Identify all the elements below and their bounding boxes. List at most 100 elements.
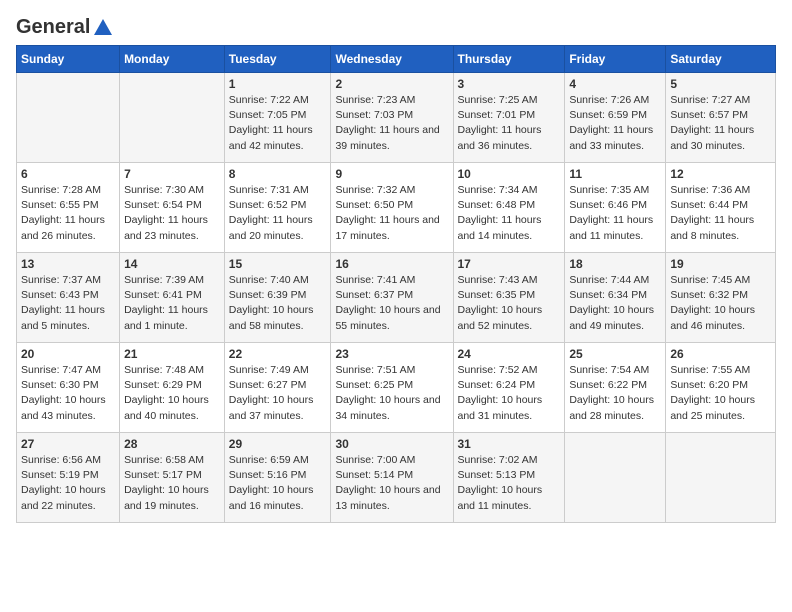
day-number: 30: [335, 437, 448, 451]
calendar-cell: 25 Sunrise: 7:54 AM Sunset: 6:22 PM Dayli…: [565, 343, 666, 433]
day-content: Sunrise: 7:23 AM Sunset: 7:03 PM Dayligh…: [335, 93, 448, 154]
day-number: 23: [335, 347, 448, 361]
day-number: 31: [458, 437, 561, 451]
day-number: 25: [569, 347, 661, 361]
day-header-sunday: Sunday: [17, 46, 120, 73]
day-content: Sunrise: 7:35 AM Sunset: 6:46 PM Dayligh…: [569, 183, 661, 244]
calendar-cell: 29Sunrise: 6:59 AM Sunset: 5:16 PM Dayli…: [224, 433, 331, 523]
day-content: Sunrise: 6:56 AM Sunset: 5:19 PM Dayligh…: [21, 453, 115, 514]
day-content: Sunrise: 7:26 AM Sunset: 6:59 PM Dayligh…: [569, 93, 661, 154]
calendar-cell: [666, 433, 776, 523]
calendar-week-row: 20 Sunrise: 7:47 AM Sunset: 6:30 PM Dayli…: [17, 343, 776, 433]
calendar-cell: [565, 433, 666, 523]
day-number: 28: [124, 437, 220, 451]
day-content: Sunrise: 7:54 AM Sunset: 6:22 PM Dayligh…: [569, 363, 661, 424]
calendar-cell: 19 Sunrise: 7:45 AM Sunset: 6:32 PM Dayli…: [666, 253, 776, 343]
day-number: 3: [458, 77, 561, 91]
day-content: Sunrise: 7:43 AM Sunset: 6:35 PM Dayligh…: [458, 273, 561, 334]
calendar-cell: 28 Sunrise: 6:58 AM Sunset: 5:17 PM Dayli…: [120, 433, 225, 523]
calendar-cell: 1 Sunrise: 7:22 AM Sunset: 7:05 PM Daylig…: [224, 73, 331, 163]
calendar-week-row: 6Sunrise: 7:28 AM Sunset: 6:55 PM Daylig…: [17, 163, 776, 253]
calendar-cell: 4 Sunrise: 7:26 AM Sunset: 6:59 PM Daylig…: [565, 73, 666, 163]
day-content: Sunrise: 7:39 AM Sunset: 6:41 PM Dayligh…: [124, 273, 220, 334]
day-content: Sunrise: 7:45 AM Sunset: 6:32 PM Dayligh…: [670, 273, 771, 334]
calendar-cell: 27 Sunrise: 6:56 AM Sunset: 5:19 PM Dayli…: [17, 433, 120, 523]
calendar-cell: 9 Sunrise: 7:32 AM Sunset: 6:50 PM Daylig…: [331, 163, 453, 253]
calendar-cell: 20 Sunrise: 7:47 AM Sunset: 6:30 PM Dayli…: [17, 343, 120, 433]
day-content: Sunrise: 7:27 AM Sunset: 6:57 PM Dayligh…: [670, 93, 771, 154]
page-header: General: [16, 16, 776, 35]
calendar-cell: 2 Sunrise: 7:23 AM Sunset: 7:03 PM Daylig…: [331, 73, 453, 163]
day-header-tuesday: Tuesday: [224, 46, 331, 73]
day-number: 12: [670, 167, 771, 181]
day-number: 24: [458, 347, 561, 361]
day-number: 7: [124, 167, 220, 181]
calendar-cell: 13Sunrise: 7:37 AM Sunset: 6:43 PM Dayli…: [17, 253, 120, 343]
day-content: Sunrise: 6:58 AM Sunset: 5:17 PM Dayligh…: [124, 453, 220, 514]
day-header-saturday: Saturday: [666, 46, 776, 73]
logo-general: General: [16, 16, 90, 39]
day-number: 2: [335, 77, 448, 91]
day-number: 26: [670, 347, 771, 361]
day-content: Sunrise: 7:40 AM Sunset: 6:39 PM Dayligh…: [229, 273, 327, 334]
calendar-cell: 26Sunrise: 7:55 AM Sunset: 6:20 PM Dayli…: [666, 343, 776, 433]
calendar-cell: 10 Sunrise: 7:34 AM Sunset: 6:48 PM Dayli…: [453, 163, 565, 253]
day-number: 17: [458, 257, 561, 271]
day-number: 6: [21, 167, 115, 181]
calendar-week-row: 27 Sunrise: 6:56 AM Sunset: 5:19 PM Dayli…: [17, 433, 776, 523]
day-number: 5: [670, 77, 771, 91]
calendar-cell: 14Sunrise: 7:39 AM Sunset: 6:41 PM Dayli…: [120, 253, 225, 343]
day-number: 4: [569, 77, 661, 91]
calendar-cell: 23 Sunrise: 7:51 AM Sunset: 6:25 PM Dayli…: [331, 343, 453, 433]
day-content: Sunrise: 7:36 AM Sunset: 6:44 PM Dayligh…: [670, 183, 771, 244]
calendar-cell: 15 Sunrise: 7:40 AM Sunset: 6:39 PM Dayli…: [224, 253, 331, 343]
day-content: Sunrise: 6:59 AM Sunset: 5:16 PM Dayligh…: [229, 453, 327, 514]
calendar-cell: 3 Sunrise: 7:25 AM Sunset: 7:01 PM Daylig…: [453, 73, 565, 163]
calendar-cell: 22 Sunrise: 7:49 AM Sunset: 6:27 PM Dayli…: [224, 343, 331, 433]
logo: General: [16, 16, 114, 35]
calendar-cell: 24Sunrise: 7:52 AM Sunset: 6:24 PM Dayli…: [453, 343, 565, 433]
day-content: Sunrise: 7:02 AM Sunset: 5:13 PM Dayligh…: [458, 453, 561, 514]
day-number: 19: [670, 257, 771, 271]
day-header-thursday: Thursday: [453, 46, 565, 73]
day-content: Sunrise: 7:25 AM Sunset: 7:01 PM Dayligh…: [458, 93, 561, 154]
day-number: 9: [335, 167, 448, 181]
day-number: 20: [21, 347, 115, 361]
calendar-cell: 11 Sunrise: 7:35 AM Sunset: 6:46 PM Dayli…: [565, 163, 666, 253]
calendar-cell: 17 Sunrise: 7:43 AM Sunset: 6:35 PM Dayli…: [453, 253, 565, 343]
calendar-week-row: 1 Sunrise: 7:22 AM Sunset: 7:05 PM Daylig…: [17, 73, 776, 163]
calendar-cell: [120, 73, 225, 163]
day-number: 8: [229, 167, 327, 181]
day-header-monday: Monday: [120, 46, 225, 73]
day-number: 21: [124, 347, 220, 361]
calendar-cell: 5 Sunrise: 7:27 AM Sunset: 6:57 PM Daylig…: [666, 73, 776, 163]
day-content: Sunrise: 7:41 AM Sunset: 6:37 PM Dayligh…: [335, 273, 448, 334]
day-content: Sunrise: 7:34 AM Sunset: 6:48 PM Dayligh…: [458, 183, 561, 244]
day-content: Sunrise: 7:32 AM Sunset: 6:50 PM Dayligh…: [335, 183, 448, 244]
day-header-wednesday: Wednesday: [331, 46, 453, 73]
day-number: 15: [229, 257, 327, 271]
day-number: 11: [569, 167, 661, 181]
calendar-cell: 16 Sunrise: 7:41 AM Sunset: 6:37 PM Dayli…: [331, 253, 453, 343]
day-content: Sunrise: 7:30 AM Sunset: 6:54 PM Dayligh…: [124, 183, 220, 244]
day-content: Sunrise: 7:22 AM Sunset: 7:05 PM Dayligh…: [229, 93, 327, 154]
calendar-table: SundayMondayTuesdayWednesdayThursdayFrid…: [16, 45, 776, 523]
calendar-cell: [17, 73, 120, 163]
day-content: Sunrise: 7:51 AM Sunset: 6:25 PM Dayligh…: [335, 363, 448, 424]
calendar-week-row: 13Sunrise: 7:37 AM Sunset: 6:43 PM Dayli…: [17, 253, 776, 343]
day-header-friday: Friday: [565, 46, 666, 73]
day-number: 16: [335, 257, 448, 271]
day-content: Sunrise: 7:47 AM Sunset: 6:30 PM Dayligh…: [21, 363, 115, 424]
day-content: Sunrise: 7:31 AM Sunset: 6:52 PM Dayligh…: [229, 183, 327, 244]
day-number: 1: [229, 77, 327, 91]
day-content: Sunrise: 7:37 AM Sunset: 6:43 PM Dayligh…: [21, 273, 115, 334]
day-content: Sunrise: 7:49 AM Sunset: 6:27 PM Dayligh…: [229, 363, 327, 424]
calendar-header-row: SundayMondayTuesdayWednesdayThursdayFrid…: [17, 46, 776, 73]
day-number: 10: [458, 167, 561, 181]
day-content: Sunrise: 7:44 AM Sunset: 6:34 PM Dayligh…: [569, 273, 661, 334]
day-content: Sunrise: 7:00 AM Sunset: 5:14 PM Dayligh…: [335, 453, 448, 514]
day-number: 18: [569, 257, 661, 271]
day-number: 27: [21, 437, 115, 451]
day-content: Sunrise: 7:48 AM Sunset: 6:29 PM Dayligh…: [124, 363, 220, 424]
day-number: 22: [229, 347, 327, 361]
